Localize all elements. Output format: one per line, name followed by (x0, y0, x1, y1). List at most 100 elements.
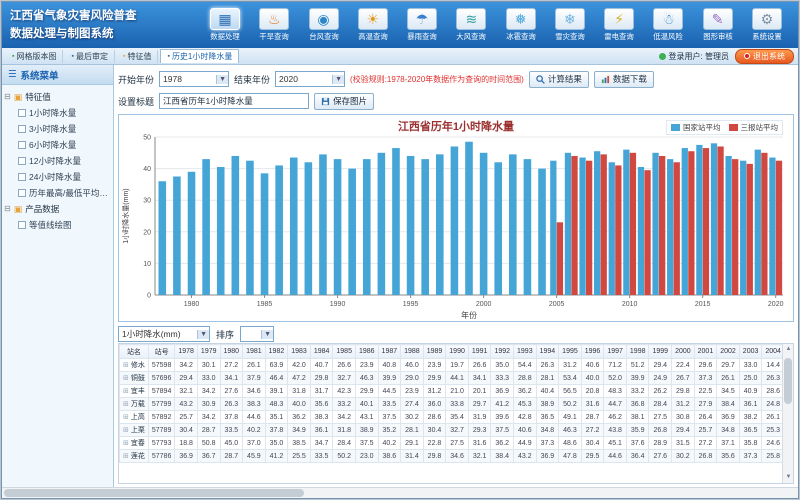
station-name-cell[interactable]: ⊞宜春 (120, 437, 149, 450)
toolbar-item-3[interactable]: ☀高温查询 (350, 8, 396, 42)
calculate-button[interactable]: 计算结果 (529, 71, 589, 88)
tree-leaf-0-4[interactable]: 24小时降水量 (4, 169, 111, 185)
metric-select[interactable]: 1小时降水(mm) ▼ (118, 326, 210, 342)
station-name-cell[interactable]: ⊞宜丰 (120, 385, 149, 398)
col-year-1982[interactable]: 1982 (265, 345, 288, 359)
col-year-2004[interactable]: 2004 (762, 345, 782, 359)
col-station-id[interactable]: 站号 (148, 345, 174, 359)
expand-icon[interactable]: ⊞ (123, 453, 129, 460)
table-scroll-region[interactable]: 站名站号197819791980198119821983198419851986… (119, 344, 782, 483)
col-year-1987[interactable]: 1987 (378, 345, 401, 359)
col-year-1994[interactable]: 1994 (536, 345, 559, 359)
station-name-cell[interactable]: ⊞上栗 (120, 424, 149, 437)
col-year-1998[interactable]: 1998 (626, 345, 649, 359)
col-year-1995[interactable]: 1995 (559, 345, 582, 359)
exit-system-button[interactable]: 退出系统 (735, 49, 794, 64)
table-row[interactable]: ⊞宜丰5789432.134.227.634.639.131.831.742.3… (120, 385, 783, 398)
tree-leaf-0-0[interactable]: 1小时降水量 (4, 105, 111, 121)
start-year-select[interactable]: 1978 ▼ (159, 71, 229, 87)
toolbar-item-11[interactable]: ⚙系统设置 (744, 8, 790, 42)
expand-icon[interactable]: ⊞ (123, 362, 129, 369)
toolbar-item-6[interactable]: ❅冰雹查询 (498, 8, 544, 42)
download-data-button[interactable]: 数据下载 (594, 71, 654, 88)
vertical-scrollbar[interactable]: ▲ ▼ (782, 344, 793, 483)
toolbar-item-1[interactable]: ♨干旱查询 (251, 8, 297, 42)
col-year-2003[interactable]: 2003 (739, 345, 762, 359)
col-year-2000[interactable]: 2000 (672, 345, 695, 359)
checkbox[interactable] (18, 173, 26, 181)
end-year-select[interactable]: 2020 ▼ (275, 71, 345, 87)
expand-icon[interactable]: ⊞ (123, 414, 129, 421)
tab-2[interactable]: ▪特征值 (117, 50, 158, 63)
col-year-1979[interactable]: 1979 (197, 345, 220, 359)
station-name-cell[interactable]: ⊞莲花 (120, 450, 149, 463)
col-year-1991[interactable]: 1991 (468, 345, 491, 359)
expand-icon[interactable]: ⊞ (123, 375, 129, 382)
toolbar-item-9[interactable]: ☃低温风险 (645, 8, 691, 42)
table-row[interactable]: ⊞修水5759834.230.127.226.163.942.040.726.6… (120, 359, 783, 372)
checkbox[interactable] (18, 141, 26, 149)
tree-leaf-0-2[interactable]: 6小时降水量 (4, 137, 111, 153)
tree-leaf-0-5[interactable]: 历年最高/最低平均气温 (4, 185, 111, 201)
station-name-cell[interactable]: ⊞万载 (120, 398, 149, 411)
chart-title-input[interactable] (159, 93, 309, 109)
checkbox[interactable] (18, 189, 26, 197)
col-year-1986[interactable]: 1986 (355, 345, 378, 359)
scroll-down-arrow[interactable]: ▼ (783, 472, 794, 483)
col-year-1981[interactable]: 1981 (243, 345, 266, 359)
station-name-cell[interactable]: ⊞上高 (120, 411, 149, 424)
tab-1[interactable]: ▪最后审定 (65, 50, 114, 63)
collapse-icon[interactable]: ⊟ (4, 89, 11, 105)
toolbar-item-2[interactable]: ◉台风查询 (301, 8, 347, 42)
horizontal-scrollbar[interactable] (2, 487, 798, 498)
table-row[interactable]: ⊞万载5779943.230.926.338.348.340.035.633.2… (120, 398, 783, 411)
toolbar-item-4[interactable]: ☂暴雨查询 (399, 8, 445, 42)
col-year-1989[interactable]: 1989 (423, 345, 446, 359)
tree-node-1[interactable]: ⊟▣产品数据 (4, 201, 111, 217)
toolbar-item-7[interactable]: ❄雪灾查询 (547, 8, 593, 42)
vertical-scroll-thumb[interactable] (784, 358, 792, 404)
scroll-up-arrow[interactable]: ▲ (783, 344, 794, 355)
station-name-cell[interactable]: ⊞修水 (120, 359, 149, 372)
col-year-1988[interactable]: 1988 (401, 345, 424, 359)
table-row[interactable]: ⊞莲花5778636.936.728.745.941.225.533.550.2… (120, 450, 783, 463)
checkbox[interactable] (18, 221, 26, 229)
col-station-name[interactable]: 站名 (120, 345, 149, 359)
col-year-1990[interactable]: 1990 (446, 345, 469, 359)
toolbar-item-5[interactable]: ≋大风查询 (448, 8, 494, 42)
tree-leaf-0-3[interactable]: 12小时降水量 (4, 153, 111, 169)
sort-select[interactable]: ▼ (240, 326, 274, 342)
col-year-2002[interactable]: 2002 (717, 345, 740, 359)
expand-icon[interactable]: ⊞ (123, 427, 129, 434)
table-row[interactable]: ⊞上高5789225.734.237.844.635.136.238.334.2… (120, 411, 783, 424)
col-year-1980[interactable]: 1980 (220, 345, 243, 359)
expand-icon[interactable]: ⊞ (123, 440, 129, 447)
checkbox[interactable] (18, 157, 26, 165)
toolbar-item-10[interactable]: ✎图形审核 (695, 8, 741, 42)
table-row[interactable]: ⊞上栗5778930.428.733.540.237.834.936.131.8… (120, 424, 783, 437)
expand-icon[interactable]: ⊞ (123, 401, 129, 408)
tab-3[interactable]: ▪历史1小时降水量 (160, 49, 239, 63)
checkbox[interactable] (18, 125, 26, 133)
save-image-button[interactable]: 保存图片 (314, 93, 374, 110)
col-year-1996[interactable]: 1996 (581, 345, 604, 359)
col-year-1997[interactable]: 1997 (604, 345, 627, 359)
col-year-1993[interactable]: 1993 (514, 345, 537, 359)
toolbar-item-8[interactable]: ⚡雷电查询 (596, 8, 642, 42)
col-year-1983[interactable]: 1983 (288, 345, 311, 359)
col-year-1985[interactable]: 1985 (333, 345, 356, 359)
tab-0[interactable]: ▪网格版本图 (6, 50, 63, 63)
table-row[interactable]: ⊞铜鼓5769629.433.034.137.946.447.229.832.7… (120, 372, 783, 385)
col-year-1999[interactable]: 1999 (649, 345, 672, 359)
horizontal-scroll-thumb[interactable] (4, 489, 304, 497)
tree-leaf-0-1[interactable]: 3小时降水量 (4, 121, 111, 137)
tree-leaf-1-0[interactable]: 等值线绘图 (4, 217, 111, 233)
expand-icon[interactable]: ⊞ (123, 388, 129, 395)
tree-node-0[interactable]: ⊟▣特征值 (4, 89, 111, 105)
table-row[interactable]: ⊞宜春5779318.850.845.037.035.038.534.728.4… (120, 437, 783, 450)
col-year-1992[interactable]: 1992 (491, 345, 514, 359)
col-year-1978[interactable]: 1978 (175, 345, 198, 359)
station-name-cell[interactable]: ⊞铜鼓 (120, 372, 149, 385)
col-year-2001[interactable]: 2001 (694, 345, 717, 359)
checkbox[interactable] (18, 109, 26, 117)
